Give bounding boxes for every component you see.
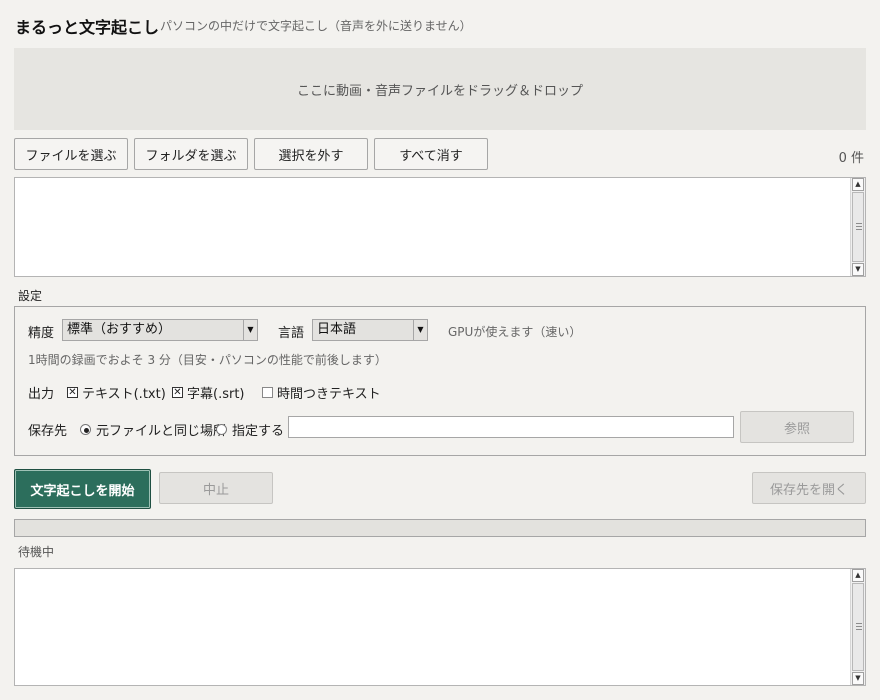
scroll-down-icon[interactable]: ▼: [852, 672, 864, 685]
status-text: 待機中: [18, 545, 55, 559]
settings-panel: 精度 標準（おすすめ） ▼ 言語 日本語 ▼ GPUが使えます（速い） 1時間の…: [14, 306, 866, 456]
choose-folder-button[interactable]: フォルダを選ぶ: [134, 138, 248, 170]
browse-button[interactable]: 参照: [740, 411, 854, 443]
save-path-input[interactable]: [288, 416, 734, 438]
output-srt-label: 字幕(.srt): [187, 387, 245, 402]
settings-section-label: 設定: [18, 289, 43, 303]
chevron-down-icon: ▼: [243, 320, 257, 340]
language-select[interactable]: 日本語 ▼: [312, 319, 428, 341]
file-list-scrollbar[interactable]: ▲ ▼: [850, 178, 865, 276]
open-save-folder-button[interactable]: 保存先を開く: [752, 472, 866, 504]
log-scrollbar[interactable]: ▲ ▼: [850, 569, 865, 685]
save-same-location-label: 元ファイルと同じ場所: [96, 424, 227, 439]
output-txt-checkbox[interactable]: ✕ テキスト(.txt): [67, 383, 166, 402]
save-same-location-radio[interactable]: 元ファイルと同じ場所: [80, 420, 226, 439]
radio-empty-icon: [216, 424, 227, 435]
gpu-status: GPUが使えます（速い）: [448, 325, 582, 339]
output-timed-text-checkbox[interactable]: 時間つきテキスト: [262, 383, 381, 402]
stop-button[interactable]: 中止: [159, 472, 273, 504]
save-custom-location-radio[interactable]: 指定する: [216, 420, 284, 439]
progress-bar: [14, 519, 866, 537]
chevron-down-icon: ▼: [413, 320, 427, 340]
log-output[interactable]: ▲ ▼: [14, 568, 866, 686]
scroll-down-icon[interactable]: ▼: [852, 263, 864, 276]
app-subtitle: パソコンの中だけで文字起こし（音声を外に送りません）: [160, 19, 472, 33]
start-transcription-button[interactable]: 文字起こしを開始: [14, 469, 151, 509]
output-timed-text-label: 時間つきテキスト: [277, 387, 381, 402]
save-custom-location-label: 指定する: [232, 424, 285, 439]
scroll-up-icon[interactable]: ▲: [852, 569, 864, 582]
accuracy-select-value: 標準（おすすめ）: [67, 322, 172, 337]
file-count: 0 件: [838, 151, 864, 166]
checkbox-empty-icon: [262, 387, 273, 398]
accuracy-select[interactable]: 標準（おすすめ） ▼: [62, 319, 258, 341]
language-select-value: 日本語: [317, 322, 357, 337]
output-srt-checkbox[interactable]: ✕ 字幕(.srt): [172, 383, 245, 402]
checkbox-checked-icon: ✕: [67, 387, 78, 398]
output-txt-label: テキスト(.txt): [82, 387, 166, 402]
save-location-label: 保存先: [28, 424, 68, 439]
choose-file-button[interactable]: ファイルを選ぶ: [14, 138, 128, 170]
output-label: 出力: [28, 387, 55, 402]
time-estimate: 1時間の録画でおよそ 3 分（目安・パソコンの性能で前後します）: [28, 353, 387, 367]
app-title: まるっと文字起こし: [15, 18, 160, 37]
deselect-button[interactable]: 選択を外す: [254, 138, 368, 170]
scroll-thumb[interactable]: [852, 192, 864, 262]
drop-zone-label: ここに動画・音声ファイルをドラッグ＆ドロップ: [296, 83, 583, 99]
checkbox-checked-icon: ✕: [172, 387, 183, 398]
language-label: 言語: [278, 326, 305, 341]
file-list[interactable]: ▲ ▼: [14, 177, 866, 277]
accuracy-label: 精度: [28, 326, 55, 341]
scroll-up-icon[interactable]: ▲: [852, 178, 864, 191]
clear-all-button[interactable]: すべて消す: [374, 138, 488, 170]
scroll-thumb[interactable]: [852, 583, 864, 671]
drop-zone[interactable]: ここに動画・音声ファイルをドラッグ＆ドロップ: [14, 48, 866, 130]
radio-selected-icon: [80, 424, 91, 435]
